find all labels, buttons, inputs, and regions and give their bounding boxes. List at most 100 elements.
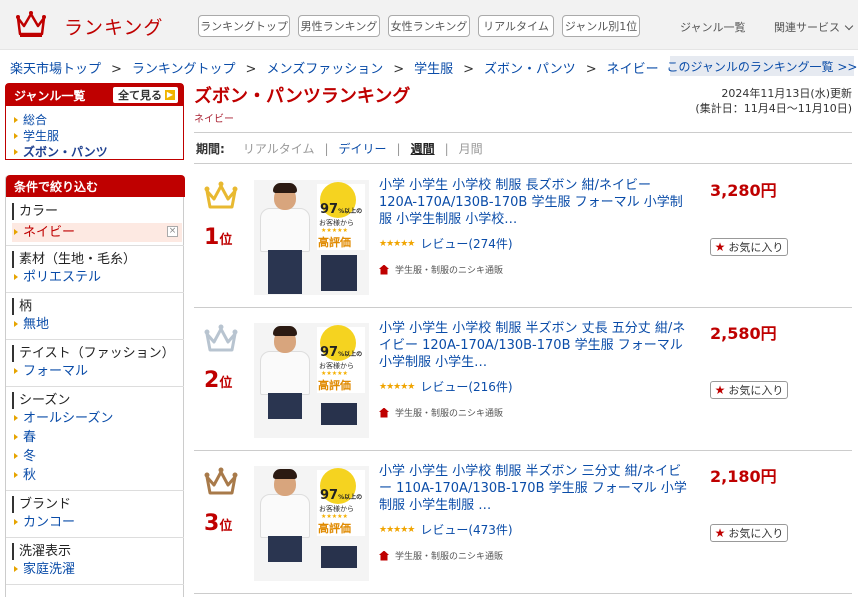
page-subtitle: ネイビー <box>194 114 234 125</box>
filter-item-plain[interactable]: 無地 <box>14 315 184 334</box>
product-title-link[interactable]: 小学 小学生 小学校 制服 長ズボン 紺/ネイビー 120A-170A/130B… <box>379 177 689 228</box>
period-label: 期間: <box>196 142 225 156</box>
product-image-pants-flat <box>321 255 357 291</box>
filter-item-all-season[interactable]: オールシーズン <box>14 409 184 428</box>
favorite-button[interactable]: ★ お気に入り <box>710 238 788 256</box>
genre-item-pants[interactable]: ズボン・パンツ <box>14 144 183 160</box>
rank-crown-icon <box>204 467 238 495</box>
product-price: 2,580円 <box>710 324 777 343</box>
bullet-triangle-icon <box>14 229 18 235</box>
nav-genre-list[interactable]: ジャンル一覧 <box>680 19 745 35</box>
related-services-label: 関連サービス <box>774 21 840 34</box>
nav-genre-first[interactable]: ジャンル別1位 <box>562 15 640 37</box>
nav-female-ranking[interactable]: 女性ランキング <box>388 15 470 37</box>
genre-item-label: 総合 <box>23 113 48 127</box>
breadcrumb-ranking-top[interactable]: ランキングトップ <box>132 62 236 77</box>
divider <box>6 490 184 491</box>
chevron-down-icon <box>844 21 854 31</box>
genre-item-school-uniform[interactable]: 学生服 <box>14 128 183 144</box>
filter-item-label: 春 <box>23 430 37 445</box>
filter-item-navy[interactable]: ネイビー × <box>12 223 182 242</box>
rating-stars-icon: ★★★★★ <box>379 524 415 535</box>
remove-filter-icon[interactable]: × <box>167 226 178 237</box>
product-image[interactable]: 97%以上の お客様から ★★★★★ 高評価 <box>254 466 369 581</box>
period-separator: | <box>324 141 329 156</box>
rank-suffix: 位 <box>219 519 233 534</box>
genre-item-overall[interactable]: 総合 <box>14 112 183 128</box>
product-image-badge-stars: ★★★★★ <box>321 370 348 377</box>
breadcrumb-rakuten-top[interactable]: 楽天市場トップ <box>10 62 101 77</box>
breadcrumb-mens-fashion[interactable]: メンズファッション <box>266 62 383 77</box>
breadcrumb-school-uniform[interactable]: 学生服 <box>414 62 453 77</box>
page-title: ズボン・パンツランキング <box>194 86 411 107</box>
period-daily[interactable]: デイリー <box>339 140 387 157</box>
product-rating: ★★★★★ レビュー(216件) <box>379 378 513 395</box>
nav-ranking-top[interactable]: ランキングトップ <box>198 15 290 37</box>
filter-group-pattern: 柄 無地 <box>6 298 184 334</box>
genre-ranking-list-link[interactable]: このジャンルのランキング一覧 >> <box>667 56 857 76</box>
filter-item-spring[interactable]: 春 <box>14 428 184 447</box>
badge-percent-value: 97 <box>320 488 339 503</box>
review-link[interactable]: レビュー(216件) <box>420 378 512 395</box>
breadcrumb-separator: > <box>463 62 475 77</box>
filter-group-color: カラー ネイビー × <box>6 203 184 242</box>
divider <box>6 584 184 585</box>
product-image[interactable]: 97%以上の お客様から ★★★★★ 高評価 <box>254 180 369 295</box>
filter-item-kanko[interactable]: カンコー <box>14 513 184 532</box>
product-image[interactable]: 97%以上の お客様から ★★★★★ 高評価 <box>254 323 369 438</box>
nav-male-ranking[interactable]: 男性ランキング <box>298 15 380 37</box>
shop-name: 学生服・制服のニシキ通販 <box>395 266 504 276</box>
filter-group-taste: テイスト（ファッション） フォーマル <box>6 345 184 381</box>
ranking-item: 2位 97%以上の お客様から ★★★★★ 高評価 小学 小学生 小学校 制服 … <box>194 308 852 448</box>
filter-item-home-wash[interactable]: 家庭洗濯 <box>14 560 184 579</box>
favorite-button[interactable]: ★ お気に入り <box>710 524 788 542</box>
shop-house-icon <box>379 407 389 418</box>
rank-suffix: 位 <box>219 376 233 391</box>
period-selector: 期間: リアルタイム | デイリー | 週間 | 月間 <box>196 140 483 157</box>
updated-date: 2024年11月13日(水)更新 <box>721 87 852 100</box>
crown-logo-icon[interactable] <box>15 10 47 38</box>
favorite-label: お気に入り <box>728 241 784 254</box>
product-title-link[interactable]: 小学 小学生 小学校 制服 半ズボン 丈長 五分丈 紺/ネイビー 120A-17… <box>379 320 689 371</box>
filter-item-label: 秋 <box>23 468 37 483</box>
header: ランキング ランキングトップ 男性ランキング 女性ランキング リアルタイム ジャ… <box>0 0 858 50</box>
breadcrumb: 楽天市場トップ > ランキングトップ > メンズファッション > 学生服 > ズボン・パンツ > ネ… <box>10 58 659 77</box>
period-monthly: 月間 <box>458 142 483 156</box>
filter-group-title: カラー <box>12 203 184 220</box>
review-link[interactable]: レビュー(274件) <box>420 235 512 252</box>
genre-box-title: ジャンル一覧 <box>14 88 86 103</box>
filter-item-autumn[interactable]: 秋 <box>14 466 184 485</box>
breadcrumb-separator: > <box>393 62 405 77</box>
rank-crown-icon <box>204 181 238 209</box>
product-image-pants-flat <box>321 546 357 568</box>
star-icon: ★ <box>714 526 726 540</box>
divider <box>6 386 184 387</box>
bullet-triangle-icon <box>14 415 18 421</box>
filter-item-polyester[interactable]: ポリエステル <box>14 268 184 287</box>
product-title-link[interactable]: 小学 小学生 小学校 制服 半ズボン 三分丈 紺/ネイビー 110A-170A/… <box>379 463 689 514</box>
filter-item-winter[interactable]: 冬 <box>14 447 184 466</box>
favorite-button[interactable]: ★ お気に入り <box>710 381 788 399</box>
nav-realtime[interactable]: リアルタイム <box>478 15 554 37</box>
badge-percent-unit: %以上の <box>338 208 363 215</box>
logo-text[interactable]: ランキング <box>64 13 163 40</box>
bullet-triangle-icon <box>14 472 18 478</box>
see-all-button[interactable]: 全て見る ▶ <box>113 87 178 103</box>
product-rating: ★★★★★ レビュー(473件) <box>379 521 513 538</box>
breadcrumb-separator: > <box>585 62 597 77</box>
review-link[interactable]: レビュー(473件) <box>420 521 512 538</box>
shop-link[interactable]: 学生服・制服のニシキ通販 <box>379 549 503 562</box>
nav-related-services[interactable]: 関連サービス <box>774 19 854 35</box>
see-all-label: 全て見る <box>118 89 162 102</box>
breadcrumb-pants[interactable]: ズボン・パンツ <box>484 62 576 77</box>
filter-group-title: テイスト（ファッション） <box>12 345 184 362</box>
shop-link[interactable]: 学生服・制服のニシキ通販 <box>379 406 503 419</box>
product-image-pants <box>268 250 302 294</box>
filter-item-formal[interactable]: フォーマル <box>14 362 184 381</box>
shop-link[interactable]: 学生服・制服のニシキ通販 <box>379 263 503 276</box>
ranking-item: 3位 97%以上の お客様から ★★★★★ 高評価 小学 小学生 小学校 制服 … <box>194 451 852 591</box>
period-weekly[interactable]: 週間 <box>411 140 435 157</box>
rank-value: 1 <box>204 225 220 250</box>
breadcrumb-navy[interactable]: ネイビー <box>607 62 659 77</box>
genre-box-header: ジャンル一覧 全て見る ▶ <box>6 84 183 106</box>
